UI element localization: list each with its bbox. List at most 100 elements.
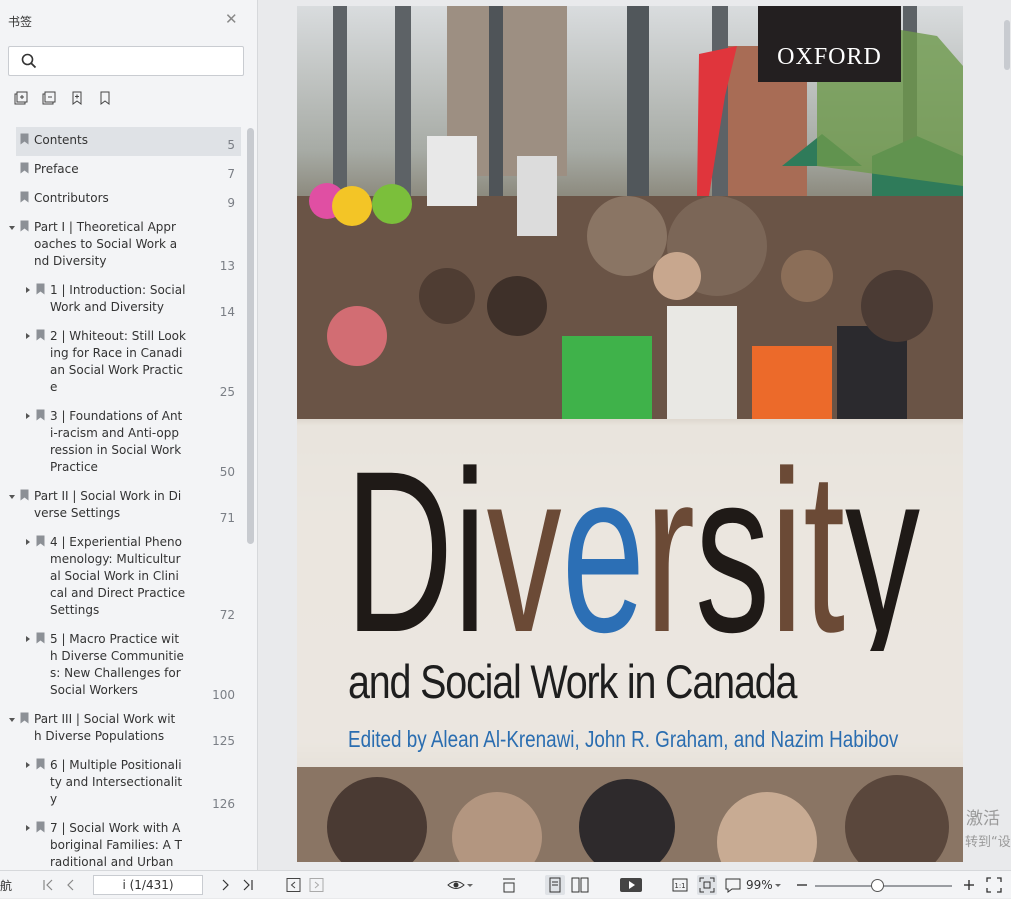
bookmark-item[interactable]: 4 | Experiential Pheno menology: Multicu… xyxy=(0,534,244,622)
bookmark-label: Contents xyxy=(34,133,88,147)
collapse-caret-icon[interactable] xyxy=(9,226,15,230)
collapse-caret-icon[interactable] xyxy=(9,718,15,722)
bookmark-search-input[interactable] xyxy=(8,46,244,76)
bookmark-tree: Contents 5 Preface 7 Contributors 9 Part I | T… xyxy=(0,124,244,870)
bookmark-icon xyxy=(36,758,45,770)
crowd-photo-bottom xyxy=(297,767,963,862)
two-page-icon[interactable] xyxy=(570,875,590,895)
nav-label: 航 xyxy=(0,878,13,893)
bookmark-icon xyxy=(36,821,45,833)
bookmark-item[interactable]: Contents 5 xyxy=(0,127,244,156)
zoom-dropdown-icon[interactable] xyxy=(772,875,784,895)
fit-page-icon[interactable] xyxy=(697,875,717,895)
fit-width-icon[interactable] xyxy=(499,875,519,895)
zoom-in-icon[interactable] xyxy=(959,875,979,895)
first-page-icon[interactable] xyxy=(38,875,58,895)
bookmark-label: 4 | Experiential Pheno menology: Multicu… xyxy=(50,535,186,617)
cover-title-letter: D xyxy=(345,451,453,651)
bookmark-page-number: 13 xyxy=(219,259,235,273)
cover-title: Diversity xyxy=(345,451,920,651)
expand-caret-icon[interactable] xyxy=(26,413,30,419)
expand-caret-icon[interactable] xyxy=(26,287,30,293)
bookmark-item[interactable]: Part II | Social Work in Di verse Settin… xyxy=(0,488,244,525)
bookmark-item[interactable]: 5 | Macro Practice wit h Diverse Communi… xyxy=(0,631,244,702)
bookmark-add-icon[interactable] xyxy=(70,91,84,105)
sidebar-scrollbar[interactable] xyxy=(247,128,254,544)
close-icon[interactable]: ✕ xyxy=(225,12,238,27)
bookmark-page-number: 7 xyxy=(227,167,235,181)
bookmark-item[interactable]: 1 | Introduction: Social Work and Divers… xyxy=(0,282,244,319)
bookmark-label: 3 | Foundations of Ant i-racism and Anti… xyxy=(50,409,183,474)
next-view-icon[interactable] xyxy=(307,875,327,895)
cover-title-letter: r xyxy=(645,451,695,651)
expand-caret-icon[interactable] xyxy=(26,762,30,768)
zoom-out-icon[interactable] xyxy=(792,875,812,895)
expand-caret-icon[interactable] xyxy=(26,825,30,831)
single-page-icon[interactable] xyxy=(545,875,565,895)
bookmark-item[interactable]: Part III | Social Work wit h Diverse Pop… xyxy=(0,711,244,748)
bookmark-page-number: 125 xyxy=(212,734,235,748)
bookmark-label: Part III | Social Work wit h Diverse Pop… xyxy=(34,712,176,743)
bookmark-icon xyxy=(36,283,45,295)
bookmark-icon xyxy=(36,409,45,421)
bookmark-label: Part II | Social Work in Di verse Settin… xyxy=(34,489,182,520)
publisher-logo: OXFORD xyxy=(758,6,901,82)
eye-icon[interactable] xyxy=(446,875,474,895)
bookmark-icon xyxy=(20,162,29,174)
cover-title-letter: s xyxy=(695,451,770,651)
expand-caret-icon[interactable] xyxy=(26,333,30,339)
zoom-slider-handle[interactable] xyxy=(870,879,884,892)
bookmark-page-number: 100 xyxy=(212,688,235,702)
cover-subtitle: and Social Work in Canada xyxy=(348,655,797,708)
bookmark-page-number: 71 xyxy=(219,511,235,525)
bookmark-icon xyxy=(36,632,45,644)
bookmark-label: 6 | Multiple Positionali ty and Intersec… xyxy=(50,758,183,806)
bookmark-page-number: 50 xyxy=(219,465,235,479)
panel-title: 书签 xyxy=(8,15,33,29)
document-scrollbar[interactable] xyxy=(1004,20,1010,70)
bookmark-label: 7 | Social Work with A boriginal Familie… xyxy=(50,821,182,869)
prev-view-icon[interactable] xyxy=(284,875,304,895)
play-icon[interactable] xyxy=(619,875,643,895)
fullscreen-icon[interactable] xyxy=(984,875,1004,895)
bookmark-label: 5 | Macro Practice wit h Diverse Communi… xyxy=(50,632,184,697)
bookmark-label: Contributors xyxy=(34,191,109,205)
cover-editors: Edited by Alean Al-Krenawi, John R. Grah… xyxy=(348,726,899,752)
collapse-caret-icon[interactable] xyxy=(9,495,15,499)
prev-page-icon[interactable] xyxy=(61,875,81,895)
bookmark-item[interactable]: Contributors 9 xyxy=(0,190,244,210)
bookmark-icon xyxy=(20,489,29,501)
bookmark-item[interactable]: 3 | Foundations of Ant i-racism and Anti… xyxy=(0,408,244,479)
bookmark-item[interactable]: 7 | Social Work with A boriginal Familie… xyxy=(0,820,244,870)
bookmark-label: 1 | Introduction: Social Work and Divers… xyxy=(50,283,186,314)
bookmark-icon[interactable] xyxy=(98,91,112,105)
expand-all-icon[interactable] xyxy=(14,91,28,105)
activation-watermark: 激活 xyxy=(966,809,1000,829)
bookmark-icon xyxy=(20,191,29,203)
expand-caret-icon[interactable] xyxy=(26,636,30,642)
actual-size-icon[interactable]: 1:1 xyxy=(670,875,690,895)
bookmark-label: Part I | Theoretical Appr oaches to Soci… xyxy=(34,220,178,268)
cover-title-letter: t xyxy=(803,451,845,651)
expand-caret-icon[interactable] xyxy=(26,539,30,545)
comment-icon[interactable] xyxy=(723,875,743,895)
bookmark-item[interactable]: 2 | Whiteout: Still Look ing for Race in… xyxy=(0,328,244,399)
bookmark-label: 2 | Whiteout: Still Look ing for Race in… xyxy=(50,329,186,394)
svg-text:1:1: 1:1 xyxy=(674,882,685,890)
cover-title-letter: v xyxy=(487,451,562,651)
bookmark-page-number: 14 xyxy=(219,305,235,319)
bookmark-page-number: 5 xyxy=(227,138,235,152)
cover-title-letter: y xyxy=(845,451,920,651)
bookmark-item[interactable]: Preface 7 xyxy=(0,161,244,181)
last-page-icon[interactable] xyxy=(238,875,258,895)
bookmark-item[interactable]: 6 | Multiple Positionali ty and Intersec… xyxy=(0,757,244,811)
next-page-icon[interactable] xyxy=(215,875,235,895)
bookmark-icon xyxy=(20,133,29,145)
zoom-level[interactable]: 99% xyxy=(746,871,773,899)
bookmark-label: Preface xyxy=(34,162,79,176)
collapse-all-icon[interactable] xyxy=(42,91,56,105)
page-number-input[interactable]: i (1/431) xyxy=(93,875,203,895)
bookmark-icon xyxy=(20,220,29,232)
bookmark-item[interactable]: Part I | Theoretical Appr oaches to Soci… xyxy=(0,219,244,273)
bookmark-icon xyxy=(20,712,29,724)
